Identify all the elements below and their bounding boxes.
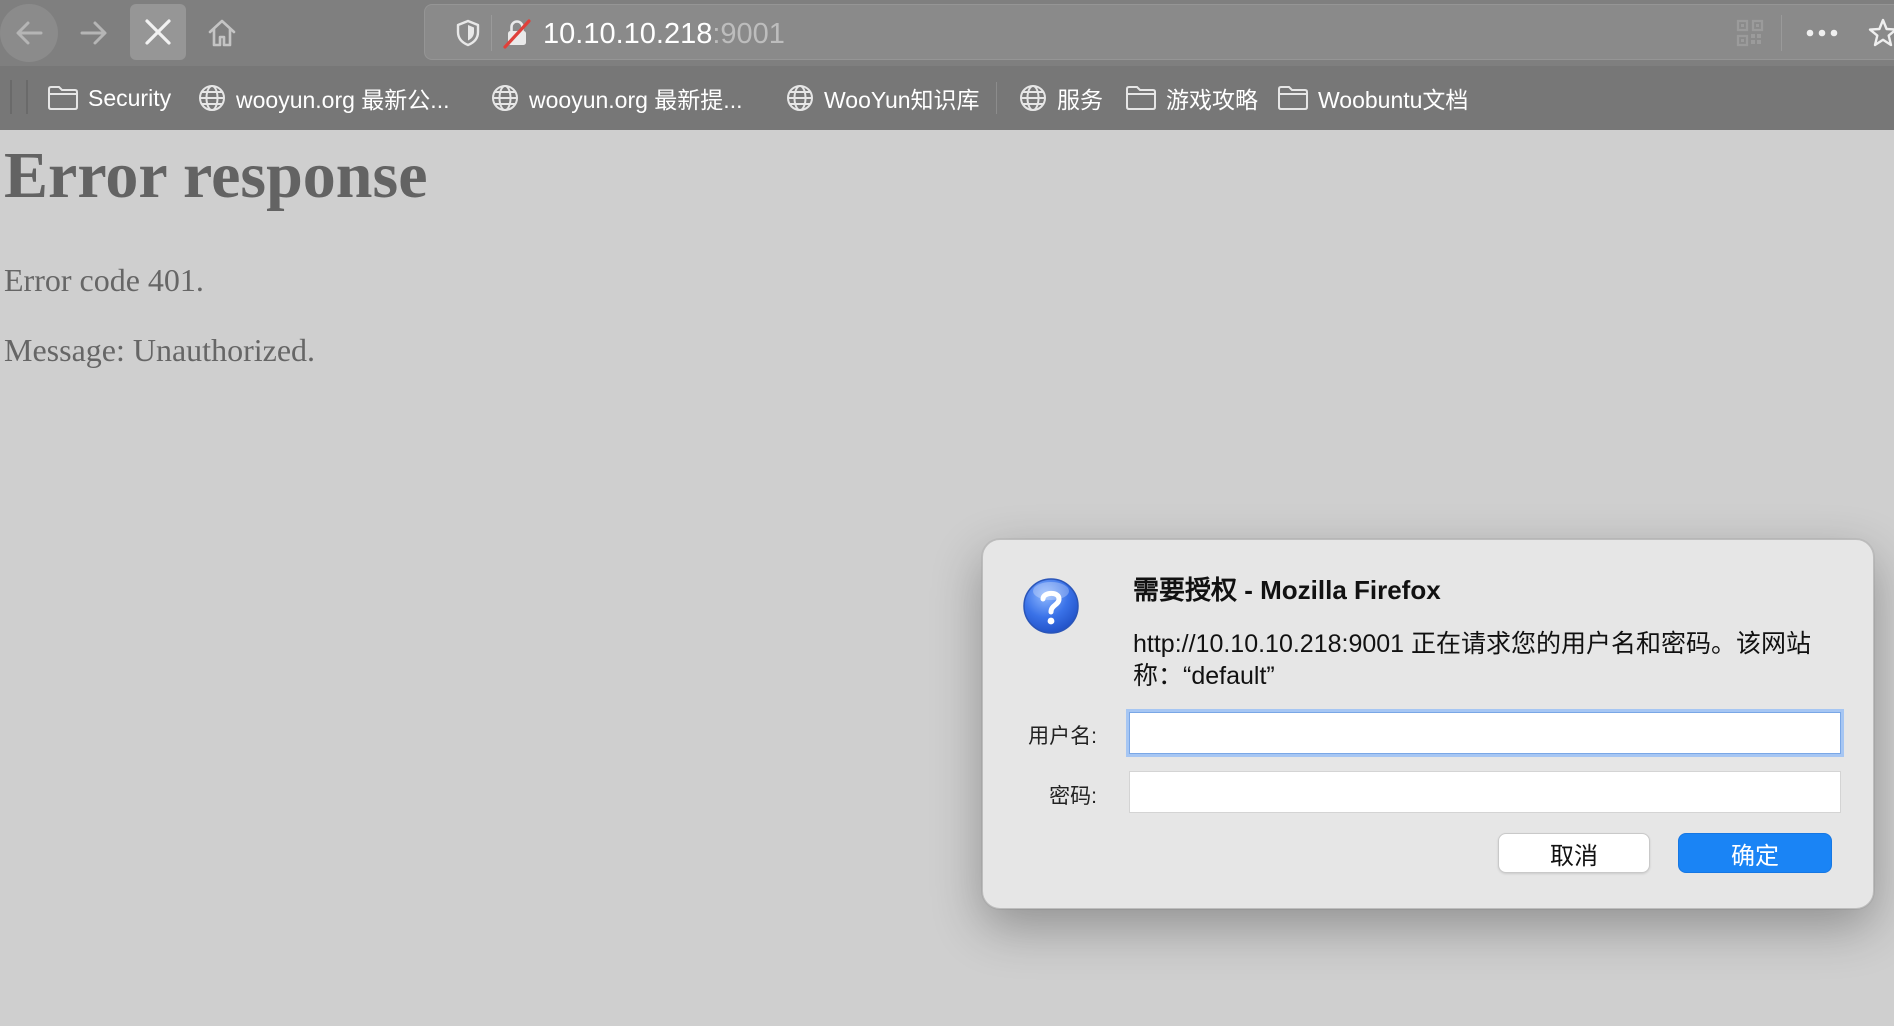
password-label: 密码: (1049, 785, 1097, 808)
username-field[interactable] (1129, 712, 1841, 754)
globe-icon (787, 85, 813, 111)
arrow-right-icon (80, 21, 107, 45)
ok-button[interactable]: 确定 (1678, 833, 1832, 873)
folder-icon (1278, 86, 1308, 110)
folder-icon (48, 86, 78, 110)
error-message-text: Message: Unauthorized. (4, 332, 316, 368)
shield-icon[interactable] (455, 19, 481, 47)
globe-icon (1020, 85, 1046, 111)
home-button[interactable] (198, 9, 246, 57)
url-separator (491, 15, 492, 51)
question-icon (1023, 578, 1079, 634)
bookmark-label: wooyun.org 最新提... (529, 87, 743, 113)
bookmark-label: Security (88, 84, 172, 111)
qr-code-icon[interactable] (1736, 19, 1764, 47)
star-icon[interactable] (1867, 17, 1894, 49)
password-field[interactable] (1129, 771, 1841, 813)
page-title: Error response (4, 139, 428, 212)
dialog-message: http://10.10.10.218:9001 正在请求您的用户名和密码。该网… (1133, 630, 1812, 690)
bookmark-wooyun-kb[interactable]: WooYun知识库 (785, 66, 980, 130)
bookmark-security-folder[interactable]: Security (47, 66, 171, 130)
bookmark-game-guides-folder[interactable]: 游戏攻略 (1125, 66, 1258, 130)
bookmark-label: WooYun知识库 (824, 87, 980, 113)
url-port: :9001 (712, 18, 785, 50)
bookmark-woobuntu-docs-folder[interactable]: Woobuntu文档 (1277, 66, 1468, 130)
cancel-button[interactable]: 取消 (1498, 833, 1650, 873)
bookmarks-grip (10, 80, 28, 114)
bookmarks-bar: Security wooyun.org 最新公... wooyun.org 最新… (0, 66, 1894, 130)
close-icon (145, 19, 171, 45)
bookmark-services[interactable]: 服务 (1018, 66, 1103, 130)
bookmark-label: 服务 (1057, 87, 1103, 113)
forward-button[interactable] (70, 9, 118, 57)
url-host: 10.10.10.218 (543, 18, 713, 50)
url-bar[interactable]: 10.10.10.218:9001 (424, 4, 1894, 60)
browser-toolbar: 10.10.10.218:9001 (0, 0, 1894, 66)
bookmark-wooyun-public[interactable]: wooyun.org 最新公... (197, 66, 449, 130)
back-button[interactable] (0, 4, 58, 62)
bookmark-label: 游戏攻略 (1166, 87, 1258, 113)
arrow-left-icon (16, 21, 43, 45)
url-separator (1781, 15, 1782, 51)
bookmark-label: Woobuntu文档 (1318, 87, 1469, 113)
url-text[interactable]: 10.10.10.218:9001 (543, 18, 785, 51)
insecure-lock-icon[interactable] (501, 17, 533, 49)
globe-icon (492, 85, 518, 111)
folder-icon (1126, 86, 1156, 110)
bookmark-wooyun-submit[interactable]: wooyun.org 最新提... (490, 66, 742, 130)
username-label: 用户名: (1028, 725, 1097, 748)
more-icon[interactable] (1805, 23, 1839, 43)
bookmark-label: wooyun.org 最新公... (236, 87, 450, 113)
globe-icon (199, 85, 225, 111)
bookmarks-separator (996, 82, 997, 114)
auth-dialog: 需要授权 - Mozilla Firefox http://10.10.10.2… (982, 539, 1874, 909)
dialog-title: 需要授权 - Mozilla Firefox (1133, 575, 1441, 605)
error-code-text: Error code 401. (4, 262, 204, 298)
stop-button[interactable] (130, 4, 186, 60)
home-icon (208, 19, 236, 47)
